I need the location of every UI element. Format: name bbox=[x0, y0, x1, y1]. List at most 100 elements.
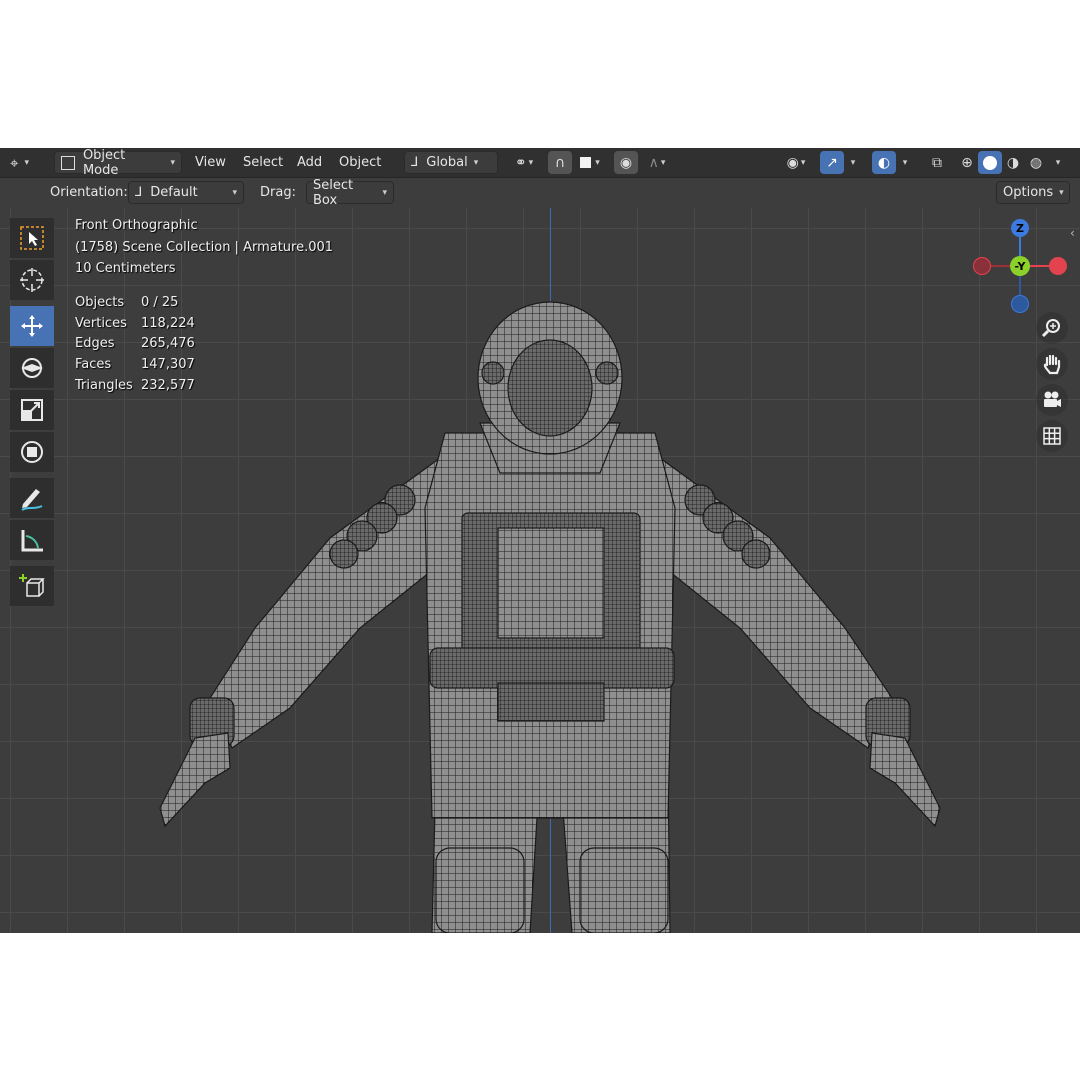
falloff-button[interactable]: ∧ ▾ bbox=[640, 151, 674, 174]
object-mode-icon bbox=[61, 155, 75, 170]
visibility-button[interactable]: ◉ ▾ bbox=[778, 151, 814, 174]
editor-type-button[interactable]: ⌖ ▾ bbox=[10, 151, 29, 174]
gizmo-z-axis[interactable]: Z bbox=[1011, 219, 1029, 237]
orientation-label: Orientation: bbox=[50, 185, 128, 200]
gizmo-dropdown[interactable]: ▾ bbox=[844, 151, 862, 174]
perspective-toggle[interactable] bbox=[1036, 420, 1068, 452]
overlays-toggle[interactable]: ◐ bbox=[872, 151, 896, 174]
rendered-shading-button[interactable]: ◍ bbox=[1024, 151, 1048, 174]
navigation-gizmo[interactable]: Z -Y bbox=[970, 216, 1070, 316]
scale-icon bbox=[21, 399, 43, 421]
rotate-icon bbox=[21, 358, 43, 378]
stat-label: Edges bbox=[75, 336, 115, 351]
xray-icon: ⧉ bbox=[932, 154, 942, 171]
gizmo-toggle[interactable]: ↗ bbox=[820, 151, 844, 174]
gizmo-x-axis[interactable] bbox=[1049, 257, 1067, 275]
orientation-value: Default bbox=[150, 185, 198, 200]
measure-tool[interactable] bbox=[10, 520, 54, 560]
shading-dropdown[interactable]: ▾ bbox=[1048, 151, 1068, 174]
editor-type-icon: ⌖ bbox=[10, 153, 19, 172]
transform-tool[interactable] bbox=[10, 432, 54, 472]
xray-toggle[interactable]: ⧉ bbox=[925, 151, 949, 174]
viewport-header: ⌖ ▾ Object Mode ▾ View Select Add Object … bbox=[0, 148, 1080, 178]
select-box-tool[interactable] bbox=[10, 218, 54, 258]
solid-sphere-icon bbox=[983, 155, 997, 170]
transform-orientation-select[interactable]: ⅃ Global ▾ bbox=[404, 151, 498, 174]
transform-icon bbox=[21, 441, 43, 463]
stat-value: 232,577 bbox=[141, 378, 195, 393]
stat-label: Vertices bbox=[75, 316, 127, 331]
scale-tool[interactable] bbox=[10, 390, 54, 430]
tool-settings-bar: Orientation: ⅃ Default ▾ Drag: Select Bo… bbox=[0, 178, 1080, 208]
wireframe-shading-button[interactable]: ⊕ bbox=[955, 151, 979, 174]
drag-label: Drag: bbox=[260, 185, 296, 200]
cursor-tool[interactable] bbox=[10, 260, 54, 300]
select-box-icon bbox=[20, 226, 44, 250]
proportional-editing-icon: ◉ bbox=[619, 154, 633, 171]
3d-viewport[interactable]: Front Orthographic (1758) Scene Collecti… bbox=[0, 208, 1080, 933]
camera-view-button[interactable] bbox=[1036, 384, 1068, 416]
snap-increment-icon bbox=[580, 157, 592, 168]
rotate-tool[interactable] bbox=[10, 348, 54, 388]
cursor-icon bbox=[20, 268, 44, 292]
chevron-down-icon: ▾ bbox=[1055, 157, 1061, 168]
gizmo-neg-z-axis[interactable] bbox=[1011, 295, 1029, 313]
gizmo-neg-y-axis[interactable]: -Y bbox=[1010, 256, 1030, 276]
stat-value: 147,307 bbox=[141, 357, 195, 372]
drag-value: Select Box bbox=[313, 177, 354, 208]
add-cube-icon bbox=[19, 574, 45, 597]
solid-shading-button[interactable] bbox=[978, 151, 1002, 174]
chevron-down-icon: ▾ bbox=[382, 187, 387, 198]
options-label: Options bbox=[1003, 185, 1054, 200]
falloff-curve-icon: ∧ bbox=[648, 154, 659, 171]
magnet-icon: ∩ bbox=[554, 154, 566, 171]
menu-view[interactable]: View bbox=[195, 151, 226, 174]
sidebar-toggle-arrow[interactable]: ‹ bbox=[1070, 226, 1075, 240]
move-tool[interactable] bbox=[10, 306, 54, 346]
orientation-select[interactable]: ⅃ Default ▾ bbox=[128, 181, 244, 204]
stat-label: Objects bbox=[75, 295, 125, 310]
rendered-sphere-icon: ◍ bbox=[1029, 154, 1043, 171]
view-name: Front Orthographic bbox=[75, 218, 198, 233]
eye-icon: ◉ bbox=[786, 154, 799, 171]
material-shading-button[interactable]: ◑ bbox=[1001, 151, 1025, 174]
gizmo-icon: ↗ bbox=[826, 154, 838, 171]
orientation-default-icon: ⅃ bbox=[135, 185, 143, 200]
proportional-editing-toggle[interactable]: ◉ bbox=[614, 151, 638, 174]
zoom-button[interactable] bbox=[1036, 312, 1068, 344]
blender-window: ⌖ ▾ Object Mode ▾ View Select Add Object … bbox=[0, 148, 1080, 933]
stat-value: 265,476 bbox=[141, 336, 195, 351]
menu-add[interactable]: Add bbox=[297, 151, 322, 174]
annotate-tool[interactable] bbox=[10, 478, 54, 518]
pan-button[interactable] bbox=[1036, 348, 1068, 380]
pivot-icon: ⚭ bbox=[514, 154, 527, 171]
annotate-pencil-icon bbox=[21, 489, 43, 511]
pivot-point-button[interactable]: ⚭ ▾ bbox=[506, 151, 542, 174]
drag-select[interactable]: Select Box ▾ bbox=[306, 178, 394, 208]
scale-info: 10 Centimeters bbox=[75, 261, 176, 276]
overlays-dropdown[interactable]: ▾ bbox=[896, 151, 914, 174]
chevron-down-icon: ▾ bbox=[902, 157, 908, 168]
stat-value: 0 / 25 bbox=[141, 295, 179, 310]
snap-toggle[interactable]: ∩ bbox=[548, 151, 572, 174]
chevron-down-icon: ▾ bbox=[850, 157, 856, 168]
gizmo-neg-x-axis[interactable] bbox=[973, 257, 991, 275]
mode-select[interactable]: Object Mode ▾ bbox=[54, 148, 182, 178]
hand-icon bbox=[1043, 354, 1061, 375]
menu-select[interactable]: Select bbox=[243, 151, 283, 174]
camera-icon bbox=[1044, 391, 1061, 407]
collection-info: (1758) Scene Collection | Armature.001 bbox=[75, 240, 334, 255]
material-sphere-icon: ◑ bbox=[1006, 154, 1020, 171]
menu-object[interactable]: Object bbox=[339, 151, 381, 174]
stat-value: 118,224 bbox=[141, 316, 195, 331]
chevron-down-icon: ▾ bbox=[232, 187, 237, 198]
options-button[interactable]: Options ▾ bbox=[996, 181, 1070, 204]
stat-label: Triangles bbox=[75, 378, 133, 393]
snap-target-button[interactable]: ▾ bbox=[572, 151, 608, 174]
move-icon bbox=[21, 315, 43, 337]
chevron-down-icon: ▾ bbox=[473, 157, 479, 168]
overlays-icon: ◐ bbox=[877, 154, 891, 171]
add-cube-tool[interactable] bbox=[10, 566, 54, 606]
measure-ruler-icon bbox=[21, 530, 43, 552]
stat-label: Faces bbox=[75, 357, 112, 372]
